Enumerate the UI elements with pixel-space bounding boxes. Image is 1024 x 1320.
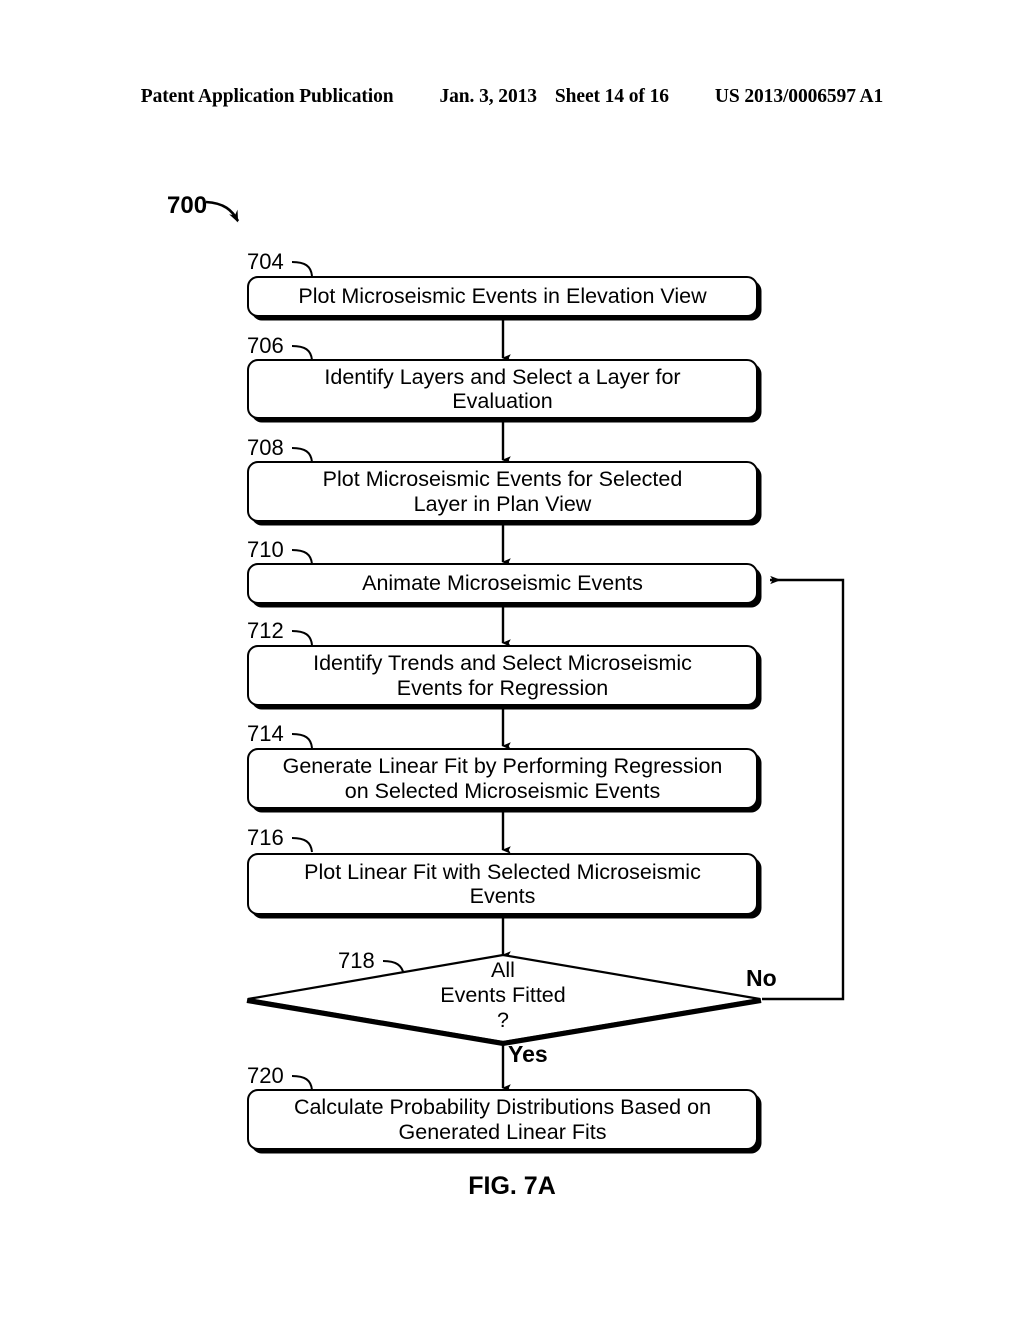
process-node-706-label: Identify Layers and Select a Layer for E… — [324, 364, 681, 413]
process-node-704-label: Plot Microseismic Events in Elevation Vi… — [298, 284, 707, 309]
refnum-712: 712 — [247, 618, 284, 643]
process-node-708-label: Plot Microseismic Events for Selected La… — [322, 467, 683, 516]
refnum-714: 714 — [247, 721, 284, 746]
refnum-718: 718 — [338, 948, 375, 973]
leader-line-720 — [291, 1075, 313, 1091]
leader-line-704 — [291, 261, 313, 277]
process-node-714[interactable]: Generate Linear Fit by Performing Regres… — [247, 748, 758, 809]
process-node-712[interactable]: Identify Trends and Select Microseismic … — [247, 645, 758, 706]
process-node-714-label: Generate Linear Fit by Performing Regres… — [282, 754, 723, 803]
decision-node-718-label: All Events Fitted ? — [440, 958, 566, 1032]
process-node-706[interactable]: Identify Layers and Select a Layer for E… — [247, 359, 758, 419]
process-node-716[interactable]: Plot Linear Fit with Selected Microseism… — [247, 853, 758, 915]
refnum-720: 720 — [247, 1063, 284, 1088]
patent-figure-page: Patent Application Publication Jan. 3, 2… — [0, 0, 1024, 1320]
figure-caption: FIG. 7A — [468, 1172, 556, 1200]
refnum-716: 716 — [247, 825, 284, 850]
leader-line-712 — [291, 630, 313, 646]
branch-label-yes: Yes — [508, 1041, 548, 1067]
refnum-704: 704 — [247, 249, 284, 274]
leader-line-716 — [291, 837, 313, 853]
process-node-704[interactable]: Plot Microseismic Events in Elevation Vi… — [247, 276, 758, 317]
flow-identifier-700: 700 — [167, 192, 208, 219]
leader-line-710 — [291, 549, 313, 565]
refnum-710: 710 — [247, 537, 284, 562]
process-node-708[interactable]: Plot Microseismic Events for Selected La… — [247, 461, 758, 522]
process-node-716-label: Plot Linear Fit with Selected Microseism… — [304, 859, 701, 908]
leader-line-714 — [291, 733, 313, 749]
leader-line-706 — [291, 345, 313, 361]
process-node-720-label: Calculate Probability Distributions Base… — [293, 1095, 712, 1144]
refnum-706: 706 — [247, 333, 284, 358]
process-node-710-label: Animate Microseismic Events — [362, 571, 643, 596]
flow-id-pointer-arrow — [205, 200, 240, 223]
process-node-710[interactable]: Animate Microseismic Events — [247, 563, 758, 604]
branch-label-no: No — [746, 965, 777, 991]
process-node-712-label: Identify Trends and Select Microseismic … — [313, 651, 692, 700]
process-node-720[interactable]: Calculate Probability Distributions Base… — [247, 1089, 758, 1150]
feedback-loop-no-718-to-710 — [762, 575, 845, 1001]
refnum-708: 708 — [247, 435, 284, 460]
leader-line-708 — [291, 447, 313, 463]
